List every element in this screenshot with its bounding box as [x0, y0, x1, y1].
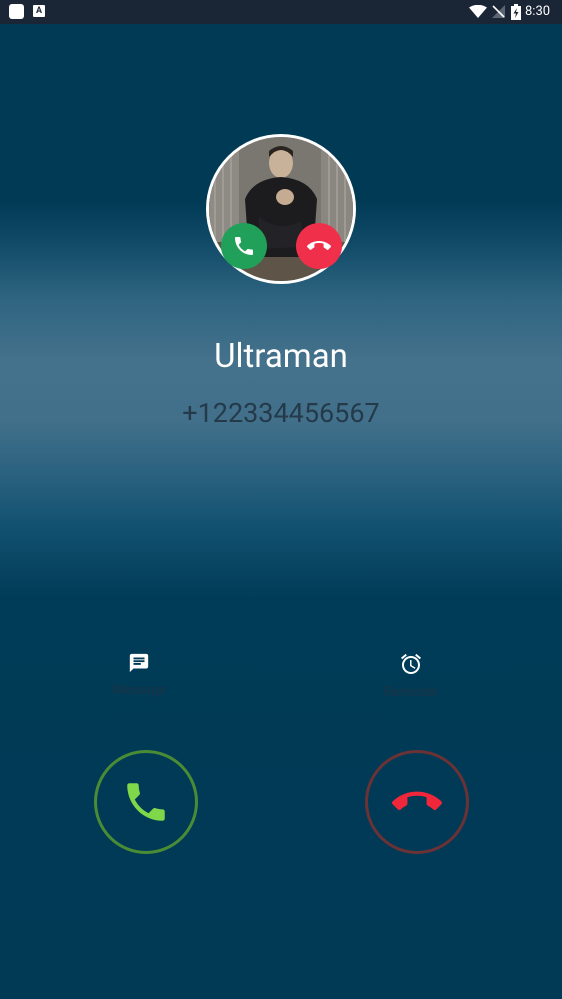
font-a-letter: A — [35, 6, 43, 16]
reminder-label: Reminder — [383, 685, 439, 700]
wifi-icon — [469, 5, 487, 18]
message-action[interactable]: Message — [69, 652, 209, 704]
accept-call-mini-icon — [221, 223, 267, 269]
hang-up-icon — [392, 791, 442, 811]
font-a-icon: A — [33, 5, 45, 17]
answer-call-button[interactable] — [94, 750, 198, 854]
no-signal-icon — [492, 5, 505, 18]
battery-charging-icon — [511, 4, 521, 20]
phone-icon — [127, 783, 165, 821]
alarm-clock-icon — [401, 653, 421, 674]
message-label: Message — [112, 683, 166, 698]
caller-number: +122334456567 — [182, 397, 380, 429]
status-time: 8:30 — [525, 4, 551, 19]
status-bar: A 8:30 — [0, 0, 562, 24]
message-icon — [129, 653, 149, 673]
decline-call-button[interactable] — [365, 750, 469, 854]
app-icon — [9, 4, 24, 19]
decline-call-mini-icon — [296, 223, 342, 269]
caller-avatar-group — [206, 134, 356, 284]
caller-name: Ultraman — [214, 337, 348, 376]
reminder-action[interactable]: Reminder — [341, 652, 481, 704]
